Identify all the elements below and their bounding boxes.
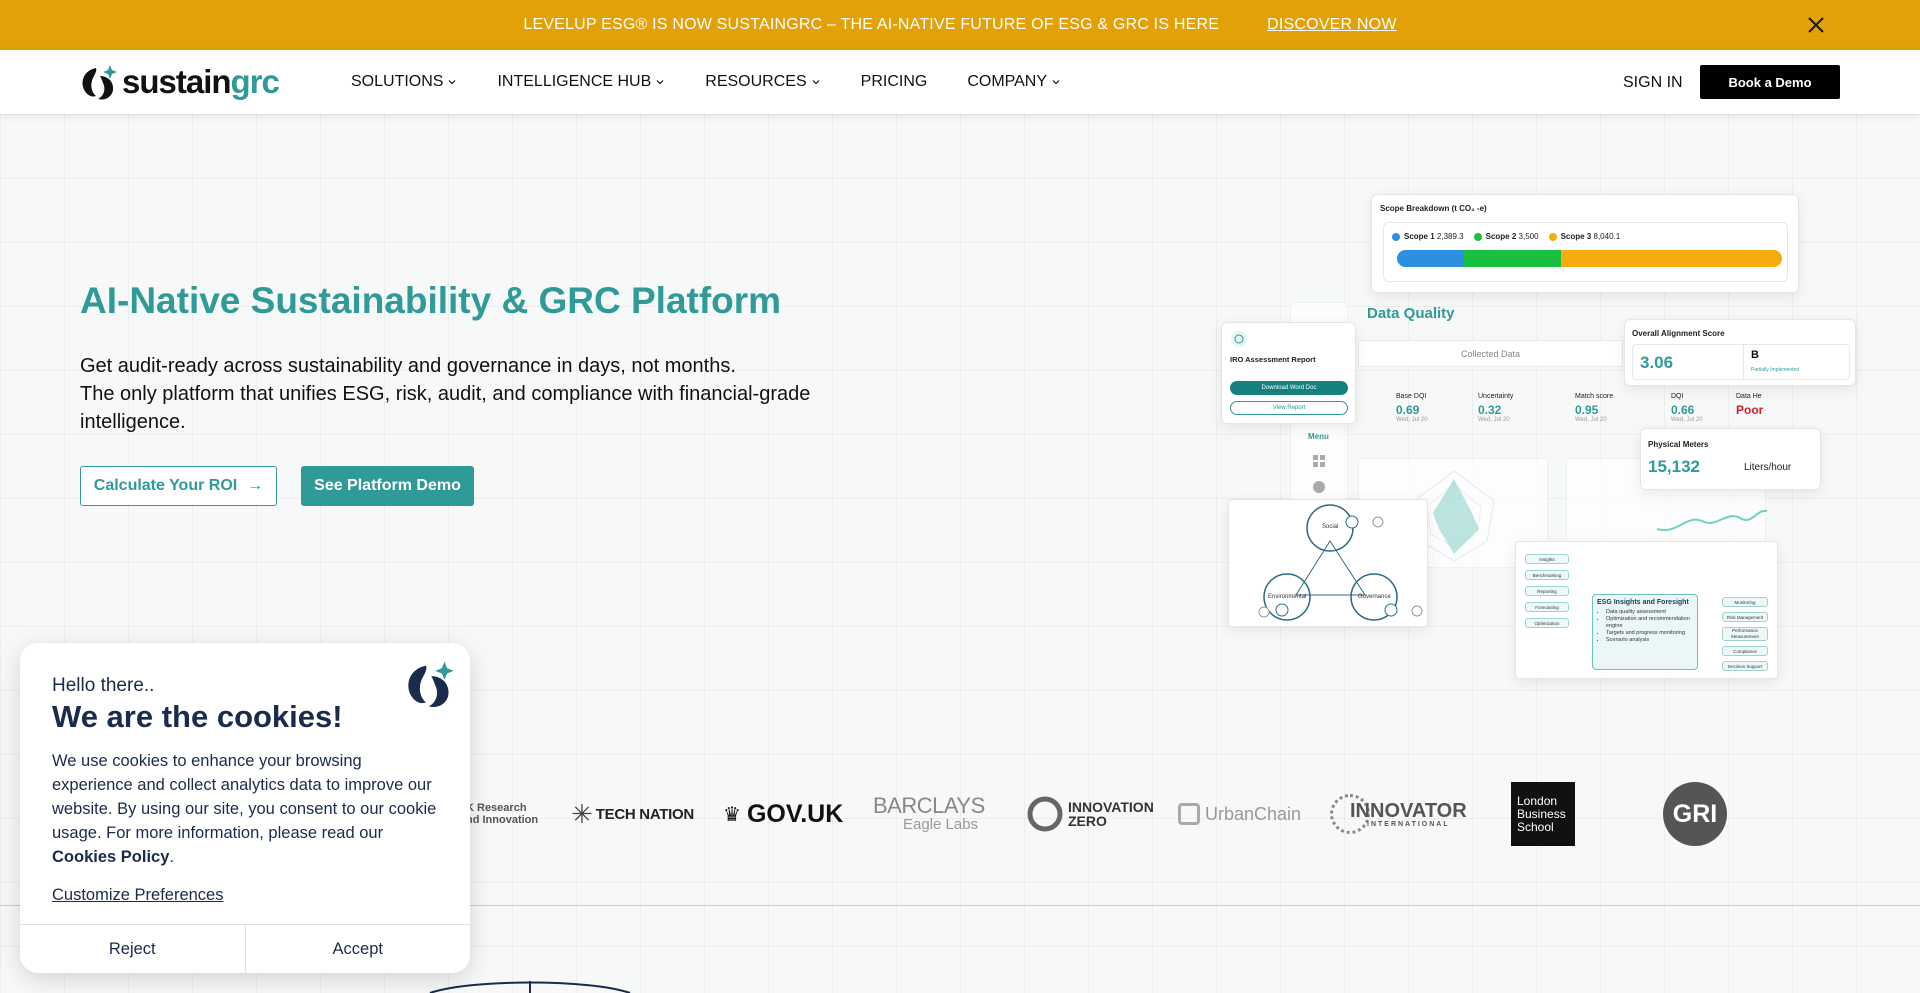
scope-stacked-bar xyxy=(1397,250,1782,267)
iro-title: IRO Assessment Report xyxy=(1230,355,1316,364)
cookie-greeting: Hello there.. xyxy=(52,675,155,696)
customize-preferences-link[interactable]: Customize Preferences xyxy=(52,886,224,905)
govuk-logo: ♛ GOV.UK xyxy=(723,799,844,828)
hero-subtitle: Get audit-ready across sustainability an… xyxy=(80,352,900,436)
hero-title: AI-Native Sustainability & GRC Platform xyxy=(80,280,782,321)
dq-metric-base: Base DQI 0.69 Wed, Jul 20 xyxy=(1396,393,1428,423)
collected-data-tab[interactable]: Collected Data xyxy=(1358,340,1623,367)
section-circle-graphic xyxy=(429,981,631,993)
insights-center: ESG Insights and Foresight Data quality … xyxy=(1592,594,1698,670)
cookie-actions: Reject Accept xyxy=(20,924,470,973)
scope-2-legend: Scope 2 3,500 xyxy=(1473,232,1539,241)
iro-report-card: IRO Assessment Report Download Word Doc … xyxy=(1221,322,1356,424)
announcement-bar: LEVELUP ESG® IS NOW SUSTAINGRC – THE AI-… xyxy=(0,0,1920,50)
innovation-zero-logo: INNOVATION ZERO xyxy=(1026,795,1154,833)
esg-venn-card: Social Environmental Governance xyxy=(1228,499,1428,627)
scope-breakdown-card: Scope Breakdown (t CO₂ -e) Scope 1 2,389… xyxy=(1371,194,1799,293)
menu-label: Menu xyxy=(1308,432,1329,441)
cookies-policy-link[interactable]: Cookies Policy xyxy=(52,848,169,866)
site-header: sustaingrc SOLUTIONS INTELLIGENCE HUB RE… xyxy=(0,50,1920,114)
dq-metric-dqi: DQI 0.66 Wed, Jul 20 xyxy=(1671,393,1703,423)
alignment-grade-note: Partially Implemented xyxy=(1751,367,1800,373)
pie-icon xyxy=(1313,481,1325,493)
scope-inner: Scope 1 2,389.3 Scope 2 3,500 Scope 3 8,… xyxy=(1383,222,1788,282)
crown-icon: ♛ xyxy=(723,803,741,826)
venn-social: Social xyxy=(1322,524,1339,530)
sustaingrc-logo[interactable]: sustaingrc xyxy=(80,62,280,102)
data-quality-title: Data Quality xyxy=(1367,305,1455,322)
insights-right-tags: Monitoring Risk Management Performance M… xyxy=(1722,597,1768,671)
cookie-title: We are the cookies! xyxy=(52,699,343,734)
alignment-title: Overall Alignment Score xyxy=(1632,329,1725,338)
logo-wordmark: sustaingrc xyxy=(122,63,280,100)
zero-ring-icon xyxy=(1027,796,1063,832)
scope-3-legend: Scope 3 8,040.1 xyxy=(1548,232,1620,241)
view-report-button[interactable]: View Report xyxy=(1230,401,1348,415)
scope-breakdown-title: Scope Breakdown (t CO₂ -e) xyxy=(1380,204,1487,213)
calculate-roi-button[interactable]: Calculate Your ROI → xyxy=(80,466,277,506)
chevron-down-icon xyxy=(1052,80,1060,85)
cookie-logo-icon xyxy=(408,661,454,708)
chevron-down-icon xyxy=(449,80,456,85)
scope-legend: Scope 1 2,389.3 Scope 2 3,500 Scope 3 8,… xyxy=(1392,232,1620,241)
nav-resources[interactable]: RESOURCES xyxy=(705,73,820,91)
chain-icon xyxy=(1178,803,1200,825)
ukri-logo: K Research nd Innovation xyxy=(466,802,539,826)
dq-metric-uncertainty: Uncertainty 0.32 Wed, Jul 20 xyxy=(1478,393,1514,423)
dq-metric-health: Data He Poor xyxy=(1736,393,1764,417)
physical-meters-card: Physical Meters 15,132 Liters/hour xyxy=(1640,428,1821,490)
reject-button[interactable]: Reject xyxy=(20,925,246,973)
download-doc-button[interactable]: Download Word Doc xyxy=(1230,381,1348,395)
esg-insights-card: Insights Benchmarking Reporting Forecast… xyxy=(1515,541,1778,679)
alignment-score-card: Overall Alignment Score 3.06 B Partially… xyxy=(1624,319,1856,386)
main-nav: SOLUTIONS INTELLIGENCE HUB RESOURCES PRI… xyxy=(351,50,1101,114)
venn-governance: Governance xyxy=(1358,594,1391,600)
urbanchain-logo: UrbanChain xyxy=(1178,801,1301,827)
grid-icon xyxy=(1313,455,1325,467)
dq-metric-match: Match score 0.95 Wed, Jul 20 xyxy=(1575,393,1614,423)
scope-1-legend: Scope 1 2,389.3 xyxy=(1392,232,1464,241)
recycle-icon xyxy=(1231,331,1247,347)
sign-in-link[interactable]: SIGN IN xyxy=(1623,74,1683,92)
book-demo-button[interactable]: Book a Demo xyxy=(1700,65,1840,99)
alignment-score: 3.06 xyxy=(1640,353,1674,372)
announcement-text: LEVELUP ESG® IS NOW SUSTAINGRC – THE AI-… xyxy=(523,16,1220,33)
lbs-logo: London Business School xyxy=(1511,782,1575,846)
innovator-logo: INNOVATOR INTERNATIONAL xyxy=(1330,792,1467,836)
chevron-down-icon xyxy=(656,80,664,85)
insights-bullets: Data quality assessment Optimization and… xyxy=(1597,609,1693,644)
nav-company[interactable]: COMPANY xyxy=(967,73,1061,91)
accept-button[interactable]: Accept xyxy=(246,925,471,973)
nav-intelligence-hub[interactable]: INTELLIGENCE HUB xyxy=(497,73,665,91)
platform-demo-button[interactable]: See Platform Demo xyxy=(301,466,474,506)
nav-pricing[interactable]: PRICING xyxy=(861,73,928,91)
esg-venn-diagram xyxy=(1258,504,1423,621)
cookie-dialog: Hello there.. We are the cookies! We use… xyxy=(20,643,470,973)
meters-unit: Liters/hour xyxy=(1744,462,1792,473)
alignment-grade: B xyxy=(1751,349,1759,361)
arrow-right-icon: → xyxy=(247,477,264,494)
cookie-body: We use cookies to enhance your browsing … xyxy=(52,752,437,866)
discover-now-link[interactable]: DISCOVER NOW xyxy=(1267,16,1397,34)
tech-nation-logo: ✳ TECH NATION xyxy=(571,799,694,829)
venn-environmental: Environmental xyxy=(1268,594,1307,600)
barclays-logo: BARCLAYS Eagle Labs xyxy=(873,793,985,833)
alignment-inner: 3.06 B Partially Implemented xyxy=(1632,344,1850,380)
scope-bar-segment-3 xyxy=(1561,250,1782,267)
insights-left-tags: Insights Benchmarking Reporting Forecast… xyxy=(1525,554,1569,628)
chevron-down-icon xyxy=(812,80,820,85)
scope-bar-segment-2 xyxy=(1463,250,1562,267)
dq-metrics-row: Base DQI 0.69 Wed, Jul 20 Uncertainty 0.… xyxy=(1358,383,1768,433)
hero-subtitle-line2: The only platform that unifies ESG, risk… xyxy=(80,383,811,433)
meters-title: Physical Meters xyxy=(1648,440,1709,449)
gri-logo: GRI xyxy=(1663,782,1727,846)
logo-mark-icon xyxy=(82,65,117,100)
scope-bar-segment-1 xyxy=(1397,250,1464,267)
nav-solutions[interactable]: SOLUTIONS xyxy=(351,73,457,91)
meters-value: 15,132 xyxy=(1648,457,1700,476)
asterisk-icon: ✳ xyxy=(571,799,593,829)
close-icon[interactable] xyxy=(1804,13,1828,37)
hero-subtitle-line1: Get audit-ready across sustainability an… xyxy=(80,355,736,377)
